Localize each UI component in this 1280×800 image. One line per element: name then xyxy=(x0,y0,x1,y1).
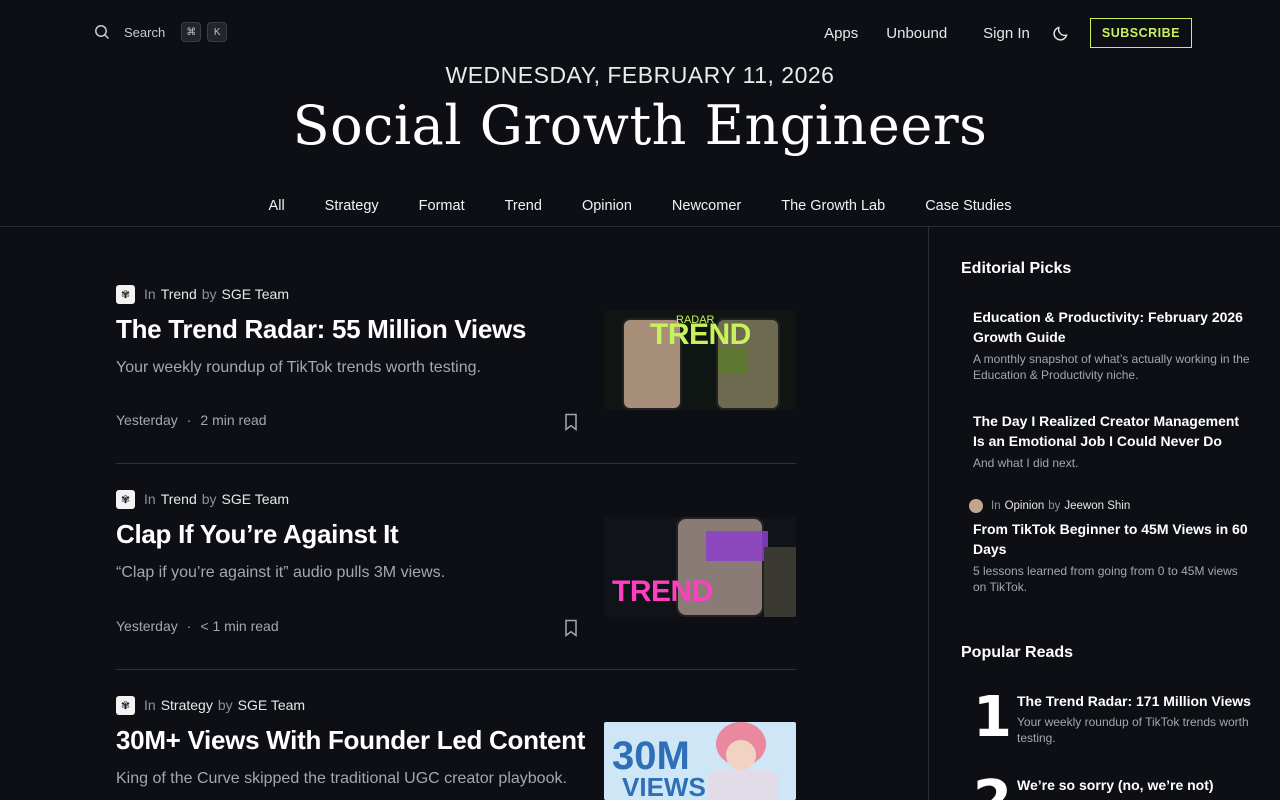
subscribe-button[interactable]: SUBSCRIBE xyxy=(1089,18,1192,48)
article-author[interactable]: SGE Team xyxy=(222,286,289,302)
article-author[interactable]: SGE Team xyxy=(222,491,289,507)
meta-by: by xyxy=(201,286,217,302)
nav-apps[interactable]: Apps xyxy=(824,25,858,42)
thumb-trend-text: TREND xyxy=(650,318,751,351)
pick-desc: And what I did next. xyxy=(973,456,1079,470)
top-bar: Search ⌘ K Apps Unbound Sign In SUBSCRIB… xyxy=(0,0,1280,64)
editorial-pick[interactable]: In Opinion by Jeewon Shin From TikTok Be… xyxy=(969,499,1251,595)
top-nav: Apps Unbound Sign In SUBSCRIBE xyxy=(796,18,1192,48)
bookmark-icon[interactable] xyxy=(564,619,578,637)
author-avatar xyxy=(969,499,983,513)
read-time: 2 min read xyxy=(200,412,267,428)
editorial-pick[interactable]: Education & Productivity: February 2026 … xyxy=(973,307,1253,383)
article-footer: Yesterday · < 1 min read xyxy=(116,618,279,634)
pick-meta: In Opinion by Jeewon Shin xyxy=(969,499,1251,513)
category-newcomer[interactable]: Newcomer xyxy=(672,198,741,214)
person-face xyxy=(726,740,756,770)
header-divider xyxy=(0,226,1280,227)
search-button[interactable]: Search ⌘ K xyxy=(94,22,228,42)
pick-title[interactable]: The Day I Realized Creator Management Is… xyxy=(973,411,1253,451)
sign-in-link[interactable]: Sign In xyxy=(983,25,1030,42)
side-image xyxy=(764,547,796,617)
nav-unbound[interactable]: Unbound xyxy=(886,25,947,42)
dot-separator: · xyxy=(186,412,192,428)
article-separator xyxy=(116,463,796,464)
sidebar-divider xyxy=(928,227,929,800)
popular-title[interactable]: We’re so sorry (no, we’re not) xyxy=(1017,776,1257,794)
popular-desc: Your weekly roundup of TikTok trends wor… xyxy=(1017,715,1249,745)
category-nav: All Strategy Format Trend Opinion Newcom… xyxy=(0,198,1280,214)
article-card[interactable]: ✾ In Trend by SGE Team Clap If You’re Ag… xyxy=(116,489,796,649)
article-footer: Yesterday · 2 min read xyxy=(116,412,267,428)
meta-in: In xyxy=(144,491,156,507)
meta-in: In xyxy=(144,697,156,713)
dot-separator: · xyxy=(186,618,192,634)
article-thumbnail[interactable]: 30M VIEWS xyxy=(604,722,796,800)
bookmark-icon[interactable] xyxy=(564,413,578,431)
article-meta: ✾ In Trend by SGE Team xyxy=(116,284,796,304)
category-format[interactable]: Format xyxy=(419,198,465,214)
thumb-views-text: VIEWS xyxy=(622,772,706,800)
article-meta: ✾ In Strategy by SGE Team xyxy=(116,695,796,715)
thumb-trend-text: TREND xyxy=(612,575,713,608)
pick-author[interactable]: Jeewon Shin xyxy=(1064,500,1130,512)
person-body xyxy=(708,770,778,800)
pick-title[interactable]: From TikTok Beginner to 45M Views in 60 … xyxy=(973,519,1251,559)
meta-in: In xyxy=(991,500,1001,512)
article-category[interactable]: Trend xyxy=(161,286,197,302)
author-avatar: ✾ xyxy=(116,284,135,304)
article-card[interactable]: ✾ In Trend by SGE Team The Trend Radar: … xyxy=(116,284,796,444)
article-category[interactable]: Trend xyxy=(161,491,197,507)
article-date: Yesterday xyxy=(116,412,178,428)
author-avatar: ✾ xyxy=(116,489,135,509)
search-icon xyxy=(95,25,110,40)
pick-desc: A monthly snapshot of what’s actually wo… xyxy=(973,352,1250,382)
pick-category[interactable]: Opinion xyxy=(1005,500,1045,512)
author-avatar: ✾ xyxy=(116,695,135,715)
article-meta: ✾ In Trend by SGE Team xyxy=(116,489,796,509)
overlay-block xyxy=(706,531,768,561)
search-label: Search xyxy=(124,24,166,40)
current-date: WEDNESDAY, FEBRUARY 11, 2026 xyxy=(445,62,835,88)
popular-rank: 1 xyxy=(973,685,1012,750)
pick-title[interactable]: Education & Productivity: February 2026 … xyxy=(973,307,1253,347)
dark-mode-icon[interactable] xyxy=(1052,24,1070,42)
thumb-30m-text: 30M xyxy=(612,734,690,778)
meta-by: by xyxy=(201,491,217,507)
popular-reads-heading: Popular Reads xyxy=(961,644,1074,661)
category-opinion[interactable]: Opinion xyxy=(582,198,632,214)
article-card[interactable]: ✾ In Strategy by SGE Team 30M+ Views Wit… xyxy=(116,695,796,800)
category-trend[interactable]: Trend xyxy=(505,198,542,214)
pick-desc: 5 lessons learned from going from 0 to 4… xyxy=(973,564,1238,594)
category-growth-lab[interactable]: The Growth Lab xyxy=(781,198,885,214)
article-date: Yesterday xyxy=(116,618,178,634)
popular-rank: 2 xyxy=(973,774,1012,800)
meta-by: by xyxy=(217,697,233,713)
category-case-studies[interactable]: Case Studies xyxy=(925,198,1011,214)
article-separator xyxy=(116,669,796,670)
meta-in: In xyxy=(144,286,156,302)
read-time: < 1 min read xyxy=(200,618,279,634)
kbd-cmd: ⌘ xyxy=(181,22,202,42)
editorial-pick[interactable]: The Day I Realized Creator Management Is… xyxy=(973,411,1253,471)
article-author[interactable]: SGE Team xyxy=(238,697,305,713)
site-logo[interactable]: Social Growth Engineers xyxy=(0,94,1280,157)
category-strategy[interactable]: Strategy xyxy=(325,198,379,214)
popular-item[interactable]: 2 We’re so sorry (no, we’re not) xyxy=(973,774,1263,800)
meta-by: by xyxy=(1048,500,1061,512)
popular-item[interactable]: 1 The Trend Radar: 171 Million Views You… xyxy=(973,685,1263,752)
article-thumbnail[interactable]: RADAR TREND xyxy=(604,310,796,410)
editorial-picks-heading: Editorial Picks xyxy=(961,260,1072,277)
popular-title[interactable]: The Trend Radar: 171 Million Views xyxy=(1017,692,1257,710)
category-all[interactable]: All xyxy=(269,198,285,214)
kbd-k: K xyxy=(207,22,228,42)
article-category[interactable]: Strategy xyxy=(161,697,213,713)
article-thumbnail[interactable]: TREND xyxy=(604,517,796,617)
